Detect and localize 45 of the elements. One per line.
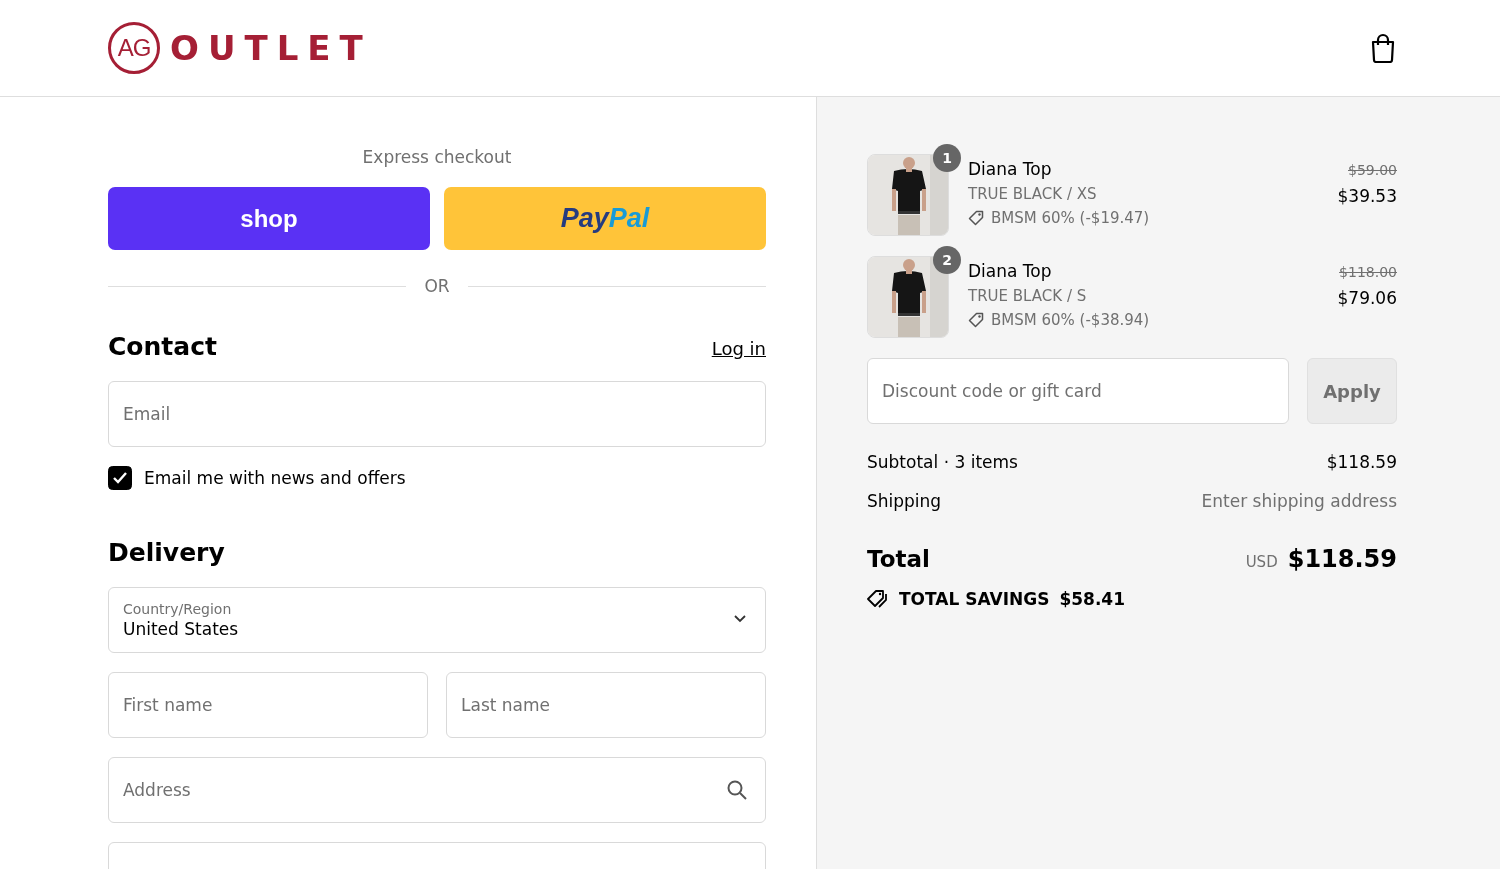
shopping-bag-icon[interactable] (1370, 33, 1396, 63)
tag-icon (968, 312, 984, 328)
section-heading: Contact (108, 332, 217, 361)
sale-price: $79.06 (1337, 288, 1397, 308)
checkbox[interactable] (108, 466, 132, 490)
search-icon[interactable] (726, 779, 748, 801)
quantity-badge: 1 (933, 144, 961, 172)
subtotal-label: Subtotal · 3 items (867, 452, 1018, 472)
email-field[interactable]: Email (108, 381, 766, 447)
paypal-button[interactable]: PayPal (444, 187, 766, 250)
quantity-badge: 2 (933, 246, 961, 274)
total-savings-label: TOTAL SAVINGS (899, 589, 1050, 609)
shop-pay-button[interactable]: shop (108, 187, 430, 250)
discount-label: BMSM 60% (-$38.94) (991, 311, 1150, 329)
logo-mark: AG (108, 22, 160, 74)
logo-text: OUTLET (170, 28, 372, 68)
sale-price: $39.53 (1337, 186, 1397, 206)
section-heading: Delivery (108, 538, 225, 567)
product-variant: TRUE BLACK / XS (968, 185, 1098, 203)
checkbox-label: Email me with news and offers (144, 468, 406, 488)
original-price: $59.00 (1347, 162, 1397, 178)
login-link[interactable]: Log in (711, 338, 766, 359)
product-variant: TRUE BLACK / S (968, 287, 1088, 305)
address-field[interactable]: Address (108, 757, 766, 823)
discount-code-field[interactable]: Discount code or gift card (867, 358, 1289, 424)
shipping-label: Shipping (867, 491, 942, 511)
total-savings-value: $58.41 (1059, 589, 1125, 609)
apply-button[interactable]: Apply (1307, 358, 1397, 424)
subtotal-value: $118.59 (1326, 452, 1397, 472)
original-price: $118.00 (1338, 264, 1397, 280)
currency-label: USD (1245, 553, 1278, 571)
first-name-field[interactable]: First name (108, 672, 428, 738)
or-divider-label: OR (424, 276, 450, 296)
product-name: Diana Top (968, 261, 1053, 281)
express-checkout-title: Express checkout (361, 147, 513, 167)
tag-icon (968, 210, 984, 226)
total-value: $118.59 (1287, 545, 1397, 573)
discount-label: BMSM 60% (-$19.47) (991, 209, 1150, 227)
total-label: Total (867, 546, 930, 572)
last-name-field[interactable]: Last name (446, 672, 766, 738)
shipping-value: Enter shipping address (1201, 491, 1397, 511)
chevron-down-icon (733, 614, 747, 624)
tags-icon (867, 589, 889, 609)
country-select[interactable]: Country/Region United States (108, 587, 766, 653)
product-name: Diana Top (968, 159, 1053, 179)
